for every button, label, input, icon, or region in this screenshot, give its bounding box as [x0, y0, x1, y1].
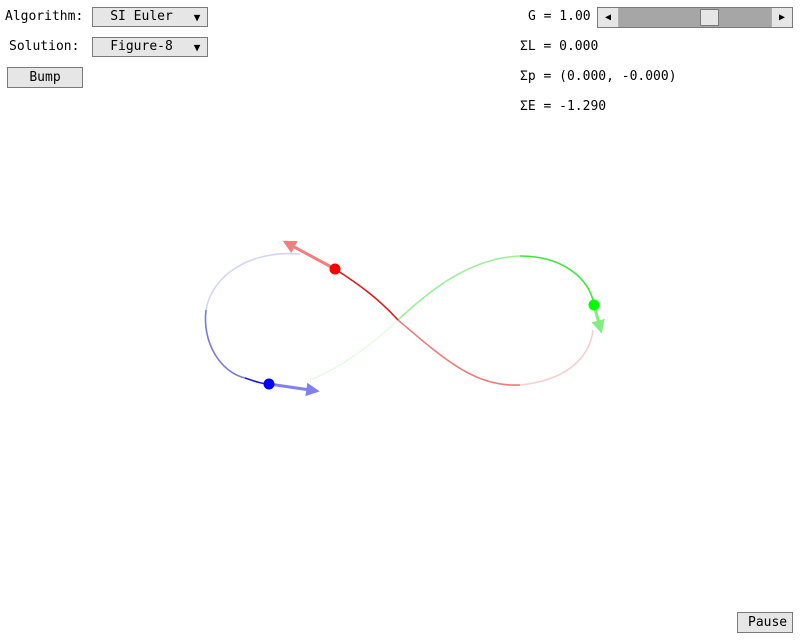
- green-trail-mid: [397, 255, 521, 321]
- blue-velocity-arrow: [268, 382, 320, 397]
- green-trail-recent: [519, 255, 595, 306]
- green-trail-faded: [309, 319, 399, 381]
- blue-trail-faded: [205, 252, 301, 311]
- orbit-trails: [204, 252, 595, 386]
- red-body[interactable]: [329, 263, 341, 275]
- red-velocity-arrow: [282, 240, 336, 271]
- red-trail-mid: [397, 319, 521, 386]
- pause-button[interactable]: Pause: [737, 612, 793, 633]
- red-trail-faded: [519, 329, 594, 386]
- green-body[interactable]: [588, 299, 600, 311]
- blue-trail-mid: [204, 309, 246, 379]
- simulation-canvas: [204, 240, 605, 397]
- blue-body[interactable]: [263, 378, 275, 390]
- red-trail-recent: [334, 268, 399, 321]
